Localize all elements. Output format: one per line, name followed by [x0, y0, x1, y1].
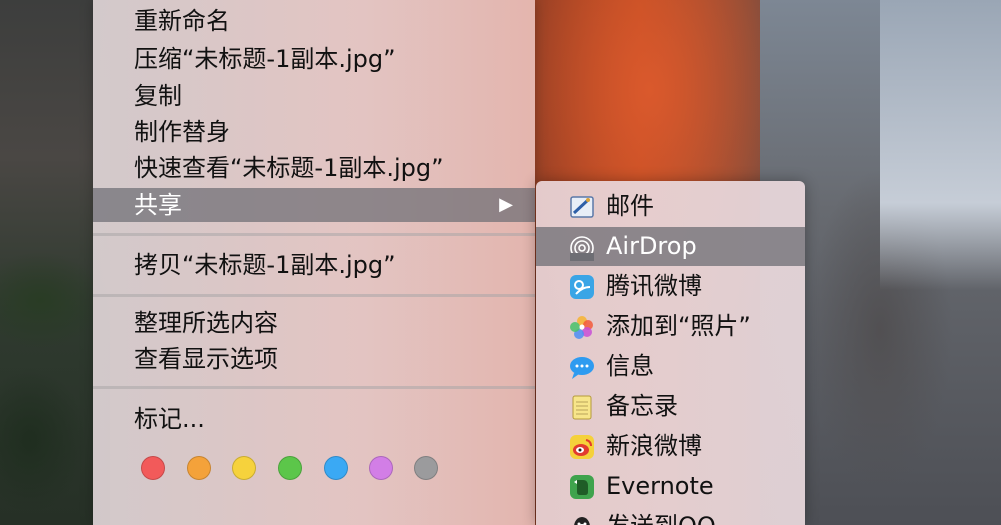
- menu-item-duplicate[interactable]: 复制: [93, 79, 535, 113]
- menu-item-clean-up-selection[interactable]: 整理所选内容: [93, 306, 535, 340]
- menu-item-rename[interactable]: 重新命名: [93, 4, 535, 38]
- menu-separator: [93, 294, 535, 297]
- share-item-label: 添加到“照片”: [606, 312, 751, 340]
- airdrop-icon: [570, 236, 594, 261]
- tag-yellow[interactable]: [232, 456, 256, 480]
- share-item-evernote[interactable]: Evernote: [536, 467, 805, 506]
- share-item-qq[interactable]: 发送到QQ: [536, 507, 805, 525]
- share-submenu: 邮件 AirDrop 腾讯微博 添加到“照片” 信息 备忘录 新浪微博 Ever…: [536, 181, 805, 525]
- share-item-label: 信息: [606, 352, 654, 380]
- tag-blue[interactable]: [324, 456, 348, 480]
- sina-weibo-icon: [570, 435, 594, 459]
- menu-item-show-view-options[interactable]: 查看显示选项: [93, 342, 535, 376]
- tag-purple[interactable]: [369, 456, 393, 480]
- evernote-icon: [570, 475, 594, 499]
- wallpaper-sky: [880, 0, 1001, 290]
- menu-item-compress[interactable]: 压缩“未标题-1副本.jpg”: [93, 42, 535, 76]
- tag-red[interactable]: [141, 456, 165, 480]
- menu-item-tags[interactable]: 标记...: [93, 402, 535, 436]
- share-item-label: 备忘录: [606, 392, 678, 420]
- share-item-label: 腾讯微博: [606, 272, 702, 300]
- share-item-photos[interactable]: 添加到“照片”: [536, 307, 805, 346]
- tag-gray[interactable]: [414, 456, 438, 480]
- menu-item-copy[interactable]: 拷贝“未标题-1副本.jpg”: [93, 248, 535, 282]
- menu-item-share[interactable]: 共享 ▶: [93, 188, 535, 222]
- qq-icon: [574, 517, 590, 525]
- share-item-label: Evernote: [606, 472, 714, 500]
- share-item-label: AirDrop: [606, 232, 697, 260]
- notes-icon: [572, 395, 592, 420]
- menu-item-quick-look[interactable]: 快速查看“未标题-1副本.jpg”: [93, 151, 535, 185]
- photos-icon: [570, 316, 593, 339]
- context-menu: 重新命名 压缩“未标题-1副本.jpg” 复制 制作替身 快速查看“未标题-1副…: [93, 0, 535, 525]
- menu-item-share-label: 共享: [134, 191, 182, 219]
- messages-icon: [570, 357, 594, 379]
- mail-icon: [570, 196, 594, 218]
- share-item-label: 发送到QQ: [606, 512, 716, 525]
- share-item-messages[interactable]: 信息: [536, 347, 805, 386]
- tencent-weibo-icon: [570, 275, 594, 299]
- menu-separator: [93, 233, 535, 236]
- submenu-arrow-icon: ▶: [499, 194, 513, 215]
- share-item-mail[interactable]: 邮件: [536, 187, 805, 226]
- share-item-tencent-weibo[interactable]: 腾讯微博: [536, 267, 805, 306]
- menu-separator: [93, 386, 535, 389]
- tag-orange[interactable]: [187, 456, 211, 480]
- share-item-airdrop[interactable]: AirDrop: [536, 227, 805, 266]
- menu-item-make-alias[interactable]: 制作替身: [93, 115, 535, 149]
- tag-green[interactable]: [278, 456, 302, 480]
- share-item-notes[interactable]: 备忘录: [536, 387, 805, 426]
- share-item-sina-weibo[interactable]: 新浪微博: [536, 427, 805, 466]
- share-item-label: 邮件: [606, 192, 654, 220]
- share-item-label: 新浪微博: [606, 432, 702, 460]
